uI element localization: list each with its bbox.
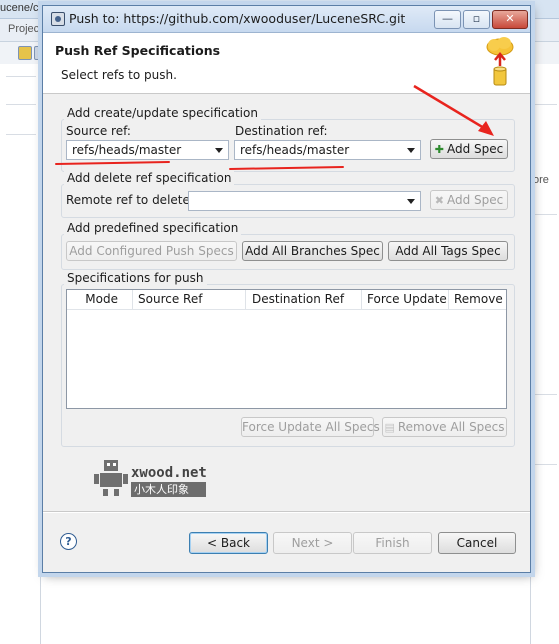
column-remove-label: Remove bbox=[454, 292, 503, 306]
column-force-update-label: Force Update bbox=[367, 292, 447, 306]
watermark-caption: 小木人印象 bbox=[131, 482, 206, 497]
background-path-text: ucene/cc bbox=[0, 2, 45, 14]
back-button[interactable]: < Back bbox=[189, 532, 268, 554]
chevron-down-icon[interactable] bbox=[215, 148, 223, 153]
next-button-label: Next > bbox=[291, 536, 334, 550]
destination-ref-value: refs/heads/master bbox=[240, 143, 350, 157]
force-update-all-specs-label: Force Update All Specs bbox=[242, 420, 380, 434]
eclipse-app-icon bbox=[51, 12, 65, 26]
column-mode[interactable]: Mode bbox=[67, 290, 133, 309]
add-update-spec-button[interactable]: ✚ Add Spec bbox=[430, 139, 508, 159]
column-force-update[interactable]: Force Update bbox=[362, 290, 449, 309]
add-configured-push-specs-button[interactable]: Add Configured Push Specs bbox=[66, 241, 237, 261]
back-button-label: < Back bbox=[206, 536, 250, 550]
chevron-down-icon[interactable] bbox=[407, 199, 415, 204]
add-all-branches-spec-button[interactable]: Add All Branches Spec bbox=[242, 241, 383, 261]
maximize-button[interactable]: ▫ bbox=[463, 10, 490, 29]
push-ref-dialog: Push to: https://github.com/xwooduser/Lu… bbox=[42, 5, 531, 573]
column-destination-ref-label: Destination Ref bbox=[252, 292, 345, 306]
add-all-tags-spec-button[interactable]: Add All Tags Spec bbox=[388, 241, 508, 261]
background-right-panel: ore bbox=[530, 64, 559, 644]
source-ref-label: Source ref: bbox=[66, 124, 131, 138]
next-button[interactable]: Next > bbox=[273, 532, 352, 554]
force-update-all-specs-button[interactable]: Force Update All Specs bbox=[241, 417, 380, 437]
wizard-header: Push Ref Specifications Select refs to p… bbox=[43, 33, 530, 94]
create-update-group-label: Add create/update specification bbox=[64, 106, 261, 120]
specs-table[interactable]: Mode Source Ref Destination Ref Force Up… bbox=[66, 289, 507, 409]
minimize-icon: — bbox=[442, 12, 453, 25]
watermark-brand: xwood.net bbox=[131, 465, 207, 481]
column-source-ref[interactable]: Source Ref bbox=[133, 290, 246, 309]
close-button[interactable]: ✕ bbox=[492, 10, 528, 29]
column-mode-label: Mode bbox=[85, 292, 118, 306]
background-right-text: ore bbox=[533, 174, 549, 186]
remote-ref-combo[interactable] bbox=[188, 191, 421, 211]
column-remove[interactable]: Remove bbox=[449, 290, 506, 309]
remove-all-specs-label: Remove All Specs bbox=[397, 420, 505, 434]
specs-table-header: Mode Source Ref Destination Ref Force Up… bbox=[67, 290, 506, 310]
add-update-spec-label: Add Spec bbox=[446, 142, 504, 156]
add-all-branches-spec-label: Add All Branches Spec bbox=[245, 244, 380, 258]
cancel-button-label: Cancel bbox=[456, 536, 498, 550]
maximize-icon: ▫ bbox=[472, 12, 481, 25]
cancel-button[interactable]: Cancel bbox=[438, 532, 516, 554]
add-delete-spec-label: Add Spec bbox=[446, 193, 504, 207]
page-subtitle: Select refs to push. bbox=[61, 68, 177, 82]
plus-icon: ✚ bbox=[434, 143, 444, 156]
remove-doc-icon: ▤ bbox=[384, 421, 395, 434]
page-title: Push Ref Specifications bbox=[55, 43, 221, 58]
minimize-button[interactable]: — bbox=[434, 10, 461, 29]
close-icon: ✕ bbox=[505, 12, 515, 25]
footer-separator bbox=[43, 511, 530, 513]
destination-ref-combo[interactable]: refs/heads/master bbox=[234, 140, 421, 160]
add-configured-push-specs-label: Add Configured Push Specs bbox=[69, 244, 234, 258]
background-left-panel bbox=[0, 64, 41, 644]
column-source-ref-label: Source Ref bbox=[138, 292, 203, 306]
predefined-group-label: Add predefined specification bbox=[64, 221, 242, 235]
destination-ref-label: Destination ref: bbox=[235, 124, 328, 138]
dialog-title: Push to: https://github.com/xwooduser/Lu… bbox=[69, 11, 406, 26]
finish-button-label: Finish bbox=[375, 536, 410, 550]
source-ref-value: refs/heads/master bbox=[72, 143, 182, 157]
dialog-titlebar[interactable]: Push to: https://github.com/xwooduser/Lu… bbox=[43, 6, 530, 33]
background-tab-label[interactable]: Projec bbox=[8, 23, 39, 35]
source-ref-combo[interactable]: refs/heads/master bbox=[66, 140, 229, 160]
delete-x-icon: ✖ bbox=[434, 194, 444, 207]
remove-all-specs-button[interactable]: ▤ Remove All Specs bbox=[382, 417, 507, 437]
add-all-tags-spec-label: Add All Tags Spec bbox=[395, 244, 501, 258]
remote-ref-label: Remote ref to delete: bbox=[66, 193, 194, 207]
folder-icon[interactable] bbox=[18, 46, 32, 60]
column-destination-ref[interactable]: Destination Ref bbox=[246, 290, 362, 309]
add-delete-spec-button[interactable]: ✖ Add Spec bbox=[430, 190, 508, 210]
finish-button[interactable]: Finish bbox=[353, 532, 432, 554]
cloud-upload-icon bbox=[486, 37, 514, 86]
help-icon[interactable]: ? bbox=[60, 533, 77, 550]
chevron-down-icon[interactable] bbox=[407, 148, 415, 153]
specs-group-label: Specifications for push bbox=[64, 271, 207, 285]
delete-group-label: Add delete ref specification bbox=[64, 171, 235, 185]
robot-logo-icon bbox=[94, 460, 128, 496]
